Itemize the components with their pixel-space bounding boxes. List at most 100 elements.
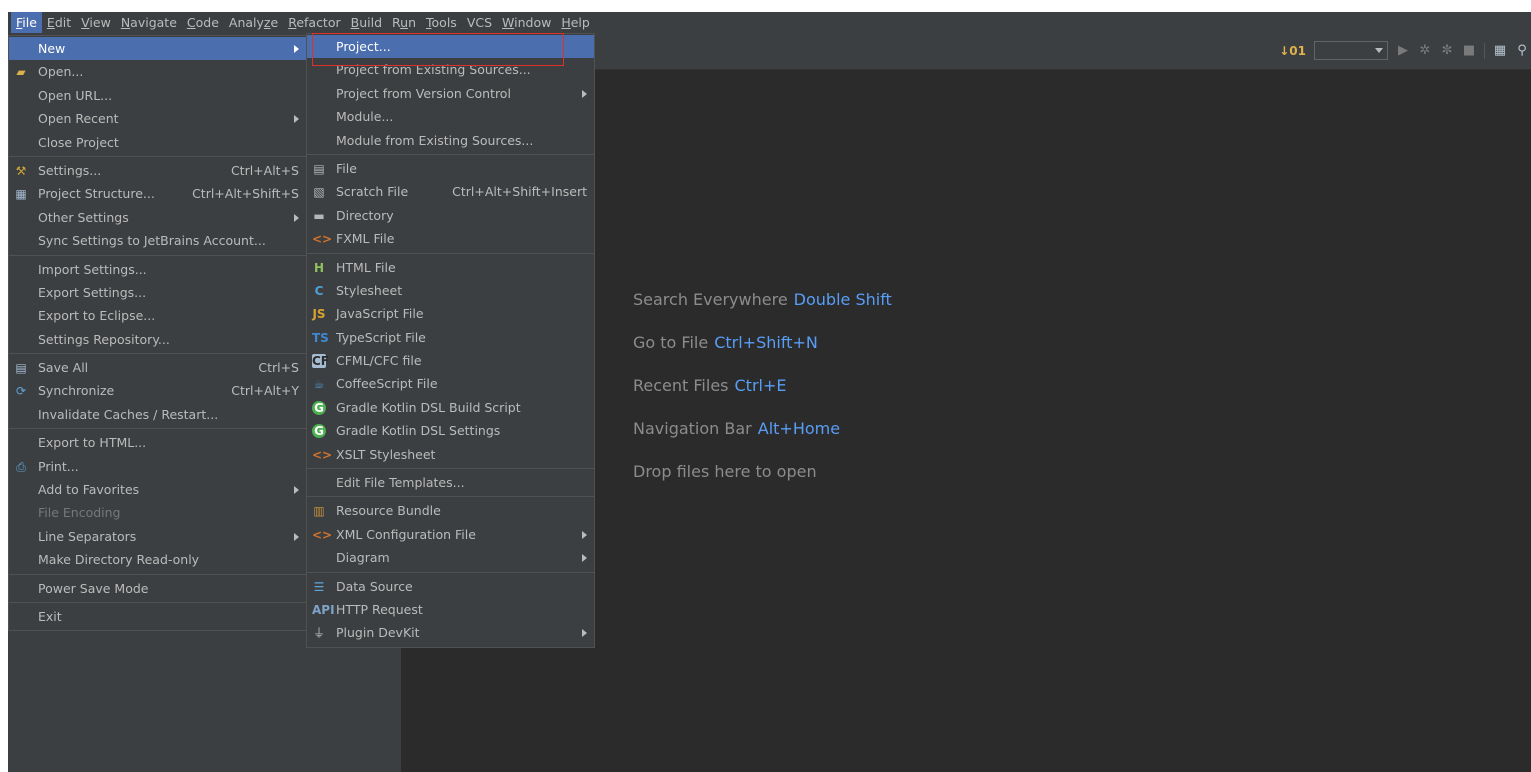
file-menu-invalidate-caches[interactable]: Invalidate Caches / Restart... [9, 403, 306, 426]
file-menu-other-settings[interactable]: Other Settings [9, 206, 306, 229]
file-menu-export-settings[interactable]: Export Settings... [9, 281, 306, 304]
menu-help[interactable]: Help [556, 12, 595, 33]
wrench-icon: ⚒ [15, 163, 27, 178]
new-menu-http-request[interactable]: API HTTP Request [307, 598, 594, 621]
sort-icon[interactable]: ↓01 [1279, 44, 1306, 58]
menu-view[interactable]: View [76, 12, 116, 33]
menu-build[interactable]: Build [346, 12, 387, 33]
search-icon[interactable]: ⚲ [1515, 43, 1529, 58]
file-menu-import-settings[interactable]: Import Settings... [9, 258, 306, 281]
project-structure-icon: ▦ [15, 187, 27, 202]
stop-icon[interactable]: ■ [1462, 43, 1476, 58]
hint-navigation-bar: Navigation Bar Alt+Home [633, 419, 841, 438]
new-menu-file[interactable]: ▤ File [307, 157, 594, 180]
new-menu-javascript[interactable]: JS JavaScript File [307, 302, 594, 325]
file-menu-make-readonly[interactable]: Make Directory Read-only [9, 548, 306, 571]
new-menu-cfml[interactable]: CF CFML/CFC file [307, 349, 594, 372]
new-menu-module-existing[interactable]: Module from Existing Sources... [307, 129, 594, 152]
menu-window[interactable]: Window [497, 12, 556, 33]
new-menu-html[interactable]: H HTML File [307, 256, 594, 279]
fxml-file-icon: <> [312, 232, 333, 247]
file-menu-save-all[interactable]: ▤ Save All Ctrl+S [9, 356, 306, 379]
file-icon: ▤ [313, 161, 325, 176]
file-menu-settings[interactable]: ⚒ Settings... Ctrl+Alt+S [9, 159, 306, 182]
submenu-arrow-icon [582, 89, 587, 98]
file-menu-project-structure[interactable]: ▦ Project Structure... Ctrl+Alt+Shift+S [9, 182, 306, 205]
new-menu-resource-bundle[interactable]: ▥ Resource Bundle [307, 499, 594, 522]
menu-vcs[interactable]: VCS [462, 12, 497, 33]
new-menu-gradle-build[interactable]: G Gradle Kotlin DSL Build Script [307, 396, 594, 419]
menu-run[interactable]: Run [387, 12, 421, 33]
file-menu-settings-repository[interactable]: Settings Repository... [9, 328, 306, 351]
hint-search-everywhere: Search Everywhere Double Shift [633, 290, 892, 309]
menu-edit[interactable]: Edit [42, 12, 76, 33]
new-menu-module[interactable]: Module... [307, 105, 594, 128]
menu-tools[interactable]: Tools [421, 12, 462, 33]
menu-code[interactable]: Code [182, 12, 224, 33]
hint-recent-files: Recent Files Ctrl+E [633, 376, 787, 395]
css-file-icon: C [314, 283, 324, 298]
js-file-icon: JS [312, 307, 326, 322]
new-menu-xslt[interactable]: <> XSLT Stylesheet [307, 443, 594, 466]
html-file-icon: H [313, 260, 325, 275]
file-menu-open[interactable]: ▰ Open... [9, 60, 306, 83]
new-menu-typescript[interactable]: TS TypeScript File [307, 326, 594, 349]
file-menu-exit[interactable]: Exit [9, 605, 306, 628]
new-menu-directory[interactable]: ▬ Directory [307, 204, 594, 227]
file-menu-close-project[interactable]: Close Project [9, 131, 306, 154]
api-file-icon: API [312, 602, 335, 617]
file-menu-line-separators[interactable]: Line Separators [9, 525, 306, 548]
new-menu-gradle-settings[interactable]: G Gradle Kotlin DSL Settings [307, 419, 594, 442]
plug-icon: ⏚ [312, 626, 325, 641]
run-config-combo[interactable] [1314, 41, 1388, 60]
menu-analyze[interactable]: Analyze [224, 12, 283, 33]
menu-separator [9, 155, 306, 157]
menu-navigate[interactable]: Navigate [116, 12, 182, 33]
file-menu-add-favorites[interactable]: Add to Favorites [9, 478, 306, 501]
file-menu-file-encoding: File Encoding [38, 505, 121, 521]
database-icon: ☰ [313, 579, 325, 594]
new-menu-plugin-devkit[interactable]: ⏚ Plugin DevKit [307, 621, 594, 644]
new-menu-stylesheet[interactable]: C Stylesheet [307, 279, 594, 302]
file-menu-export-eclipse[interactable]: Export to Eclipse... [9, 304, 306, 327]
hint-drop-files: Drop files here to open [633, 462, 817, 481]
file-menu-power-save[interactable]: Power Save Mode [9, 577, 306, 600]
menu-separator [307, 468, 594, 470]
scratch-file-icon: ▧ [313, 185, 325, 200]
menu-separator [307, 153, 594, 155]
file-menu-new[interactable]: New [9, 37, 306, 61]
file-menu-open-recent[interactable]: Open Recent [9, 107, 306, 130]
file-menu-open-url[interactable]: Open URL... [9, 84, 306, 107]
coffee-file-icon: ☕ [313, 377, 325, 392]
cfml-file-icon: CF [312, 354, 330, 369]
file-menu-synchronize[interactable]: ⟳ Synchronize Ctrl+Alt+Y [9, 379, 306, 402]
submenu-arrow-icon [582, 530, 587, 539]
submenu-arrow-icon [294, 45, 299, 53]
menu-file[interactable]: File [11, 12, 42, 33]
new-menu-project[interactable]: Project... [307, 35, 594, 59]
new-menu-coffeescript[interactable]: ☕ CoffeeScript File [307, 372, 594, 395]
new-menu-project-existing[interactable]: Project from Existing Sources... [307, 58, 594, 81]
menu-separator [307, 571, 594, 573]
file-menu-print[interactable]: ⎙ Print... [9, 455, 306, 478]
new-menu-diagram[interactable]: Diagram [307, 546, 594, 569]
menu-refactor[interactable]: Refactor [283, 12, 345, 33]
new-menu-data-source[interactable]: ☰ Data Source [307, 575, 594, 598]
new-menu-xml-config[interactable]: <> XML Configuration File [307, 523, 594, 546]
folder-icon: ▬ [313, 208, 325, 223]
file-menu-sync-settings[interactable]: Sync Settings to JetBrains Account... [9, 229, 306, 252]
project-structure-icon[interactable]: ▦ [1493, 43, 1507, 58]
debug-icon[interactable]: ✲ [1418, 43, 1432, 58]
toolbar-divider [1484, 42, 1485, 59]
file-menu-export-html[interactable]: Export to HTML... [9, 431, 306, 454]
menu-separator [307, 252, 594, 254]
new-menu-scratch-file[interactable]: ▧ Scratch File Ctrl+Alt+Shift+Insert [307, 180, 594, 203]
new-menu-fxml[interactable]: <> FXML File [307, 227, 594, 250]
new-menu-edit-templates[interactable]: Edit File Templates... [307, 471, 594, 494]
submenu-arrow-icon [294, 213, 299, 222]
menu-separator [9, 573, 306, 575]
sync-icon: ⟳ [15, 384, 27, 399]
coverage-icon[interactable]: ✼ [1440, 43, 1454, 58]
run-icon[interactable]: ▶ [1396, 43, 1410, 58]
new-menu-project-vcs[interactable]: Project from Version Control [307, 82, 594, 105]
